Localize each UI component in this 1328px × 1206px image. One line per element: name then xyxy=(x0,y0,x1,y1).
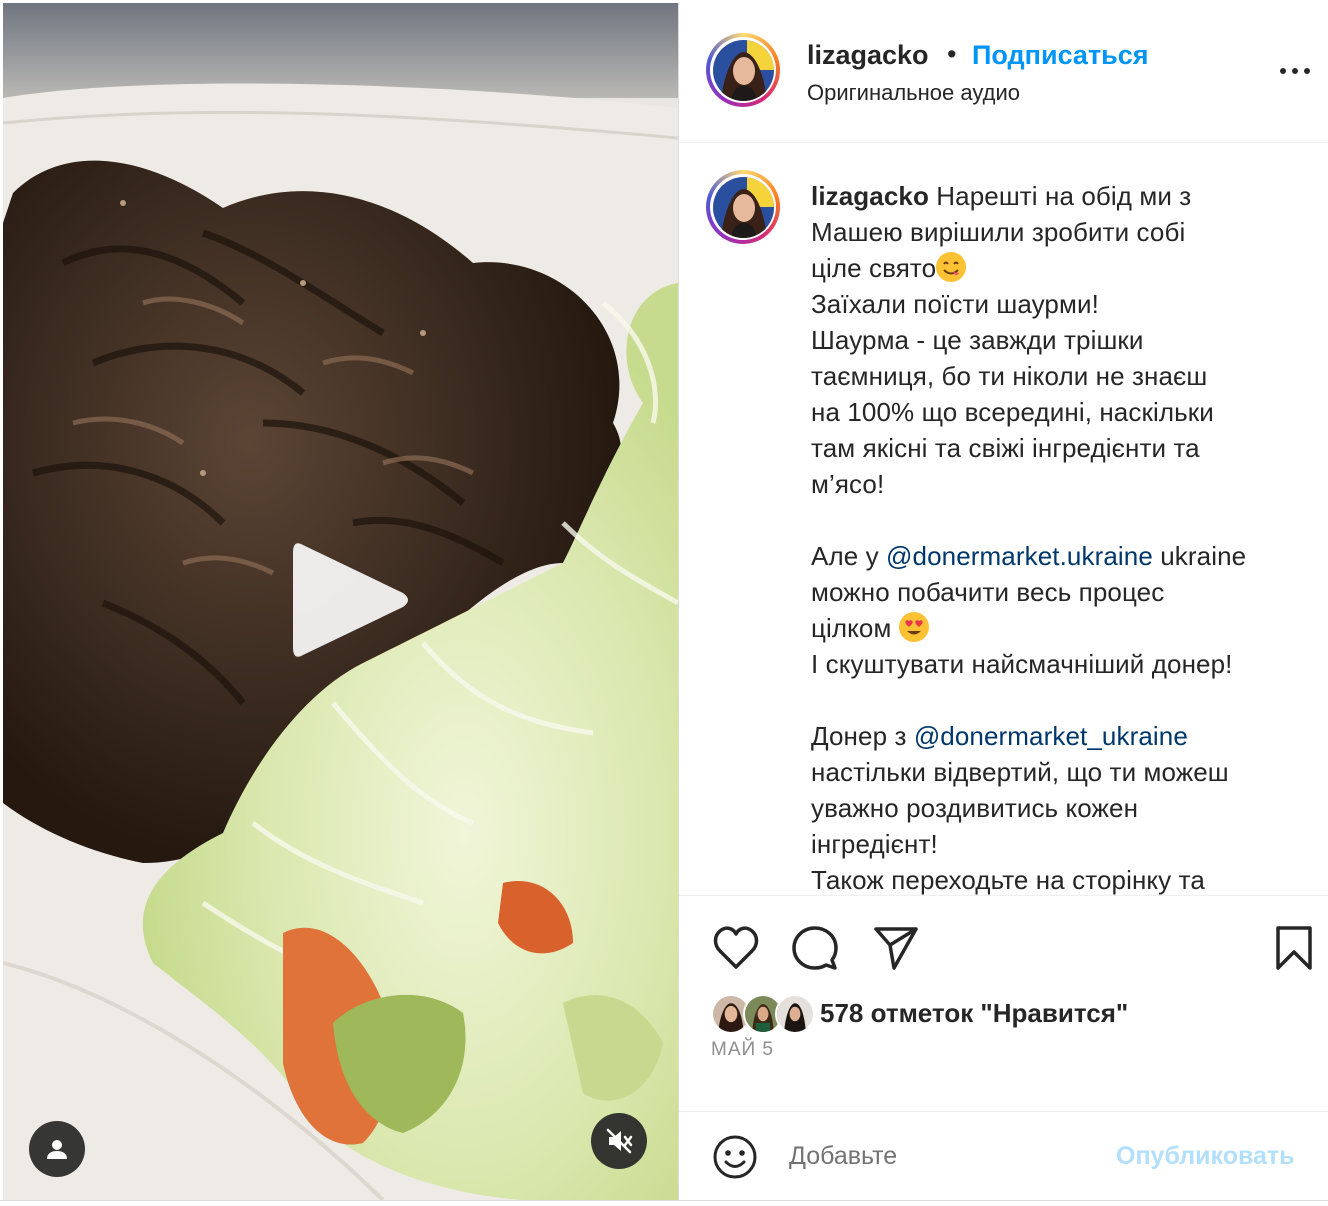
share-button[interactable] xyxy=(870,922,922,974)
liker-avatar xyxy=(775,994,815,1034)
caption-author-avatar[interactable] xyxy=(706,170,780,244)
liker-avatars[interactable] xyxy=(711,994,815,1034)
caption-line: Але у xyxy=(811,541,887,571)
audio-link[interactable]: Оригинальное аудио xyxy=(807,80,1020,106)
publish-button[interactable]: Опубликовать xyxy=(1116,1142,1295,1171)
user-tag-button[interactable] xyxy=(29,1121,85,1177)
paper-plane-icon xyxy=(874,927,918,970)
caption-line: ціле свято xyxy=(811,253,937,283)
caption-line: настільки відвертий, що ти можеш xyxy=(811,757,1229,787)
caption-line: інгредієнт! xyxy=(811,829,938,859)
caption-line: м’ясо! xyxy=(811,469,885,499)
caption-line: Заїхали поїсти шаурми! xyxy=(811,289,1099,319)
author-username[interactable]: lizagacko xyxy=(807,40,929,71)
caption-line: Також переходьте на сторінку та xyxy=(811,865,1205,895)
page-bottom-edge xyxy=(0,1200,1328,1206)
separator-dot: • xyxy=(947,39,957,69)
caption-line: можно побачити весь процес xyxy=(811,577,1165,607)
comment-input[interactable] xyxy=(789,1134,1089,1178)
post-date[interactable]: МАЙ 5 xyxy=(711,1039,774,1061)
caption-line: Машею вирішили зробити собі xyxy=(811,217,1186,247)
follow-button[interactable]: Подписаться xyxy=(972,40,1149,71)
post-side-panel: lizagacko • Подписаться Оригинальное ауд… xyxy=(679,3,1328,1200)
caption-text: lizagacko Нарешті на обід ми з Машею вир… xyxy=(811,178,1303,895)
caption-line: Шаурма - це завжди трішки xyxy=(811,325,1144,355)
caption-username[interactable]: lizagacko xyxy=(811,181,929,211)
caption-line: уважно роздивитись кожен xyxy=(811,793,1139,823)
author-photo xyxy=(712,39,774,101)
save-button[interactable] xyxy=(1268,922,1320,974)
heart-icon xyxy=(713,926,759,969)
heart-eyes-emoji xyxy=(898,612,929,642)
mention-link[interactable]: @donermarket.ukraine xyxy=(886,541,1153,571)
mute-button[interactable] xyxy=(591,1113,647,1169)
like-button[interactable] xyxy=(710,922,762,974)
caption-author-photo xyxy=(712,176,774,238)
post-header: lizagacko • Подписаться Оригинальное ауд… xyxy=(679,3,1328,143)
play-button[interactable] xyxy=(285,535,415,665)
user-tag-icon xyxy=(47,1140,67,1159)
speaker-muted-icon xyxy=(606,1128,633,1154)
likes-count[interactable]: 578 отметок "Нравится" xyxy=(820,998,1128,1029)
more-options-button[interactable] xyxy=(1275,59,1315,83)
caption-line: ukraine xyxy=(1152,541,1247,571)
caption-line: І скуштувати найсмачніший донер! xyxy=(811,649,1233,679)
caption-line: цілком xyxy=(811,613,899,643)
post-actions: 578 отметок "Нравится" МАЙ 5 xyxy=(679,895,1328,1111)
emoji-picker-button[interactable] xyxy=(710,1132,760,1182)
comment-bar: Опубликовать xyxy=(679,1111,1328,1200)
instagram-post-view: lizagacko • Подписаться Оригинальное ауд… xyxy=(0,0,1328,1206)
caption-line: там якісні та свіжі інгредієнти та xyxy=(811,433,1200,463)
author-avatar[interactable] xyxy=(706,33,780,107)
bookmark-icon xyxy=(1276,926,1312,970)
caption-line: на 100% що всередині, наскільки xyxy=(811,397,1214,427)
yum-emoji xyxy=(936,252,967,282)
caption-line: таємниця, бо ти ніколи не знаєш xyxy=(811,361,1208,391)
caption-line: Нарешті на обід ми з xyxy=(928,181,1192,211)
mention-link[interactable]: @donermarket_ukraine xyxy=(914,721,1188,751)
comment-button[interactable] xyxy=(789,922,841,974)
comment-bubble-icon xyxy=(792,926,838,970)
smiley-icon xyxy=(713,1135,757,1179)
caption-line: Донер з xyxy=(811,721,914,751)
post-video[interactable] xyxy=(3,3,678,1200)
play-icon xyxy=(293,543,408,657)
more-dots-icon xyxy=(1280,68,1286,74)
caption-area[interactable]: lizagacko Нарешті на обід ми з Машею вир… xyxy=(679,144,1328,895)
